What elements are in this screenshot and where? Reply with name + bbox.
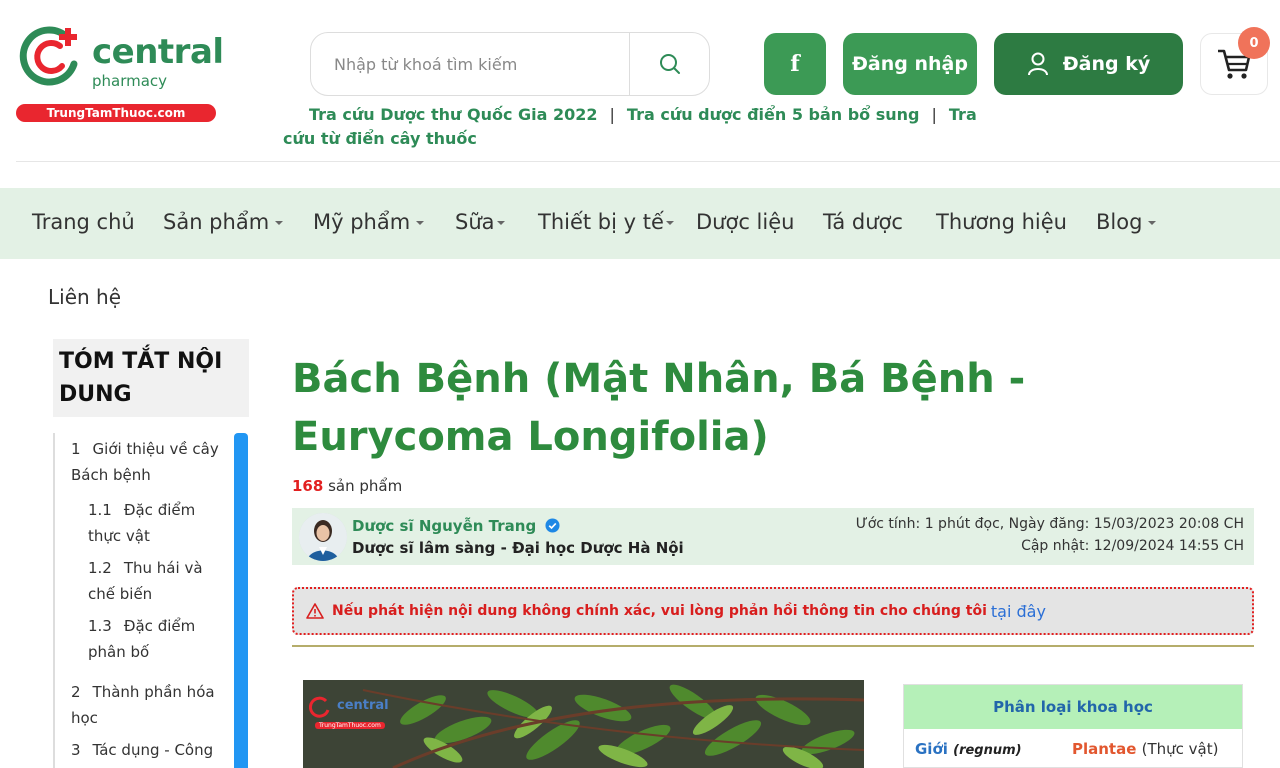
chevron-down-icon [275,221,284,225]
nav-item-medical-devices[interactable]: Thiết bị y tế [538,210,674,234]
author-box: Dược sĩ Nguyễn Trang Dược sĩ lâm sàng - … [292,508,1254,565]
product-count: 168 sản phẩm [292,477,403,495]
chevron-down-icon [496,221,505,225]
register-button[interactable]: Đăng ký [994,33,1183,95]
nav-item-cosmetics[interactable]: Mỹ phẩm [313,210,425,234]
toc-scrollbar[interactable] [234,433,248,768]
login-label: Đăng nhập [852,53,968,75]
cart-count-badge: 0 [1238,27,1270,59]
nav-item-herbs[interactable]: Dược liệu [696,210,794,234]
user-icon [1027,52,1048,76]
toc-item[interactable]: 3 Tác dụng - Công [71,737,221,763]
nav-item-excipients[interactable]: Tá dược [823,210,903,234]
site-logo[interactable]: central pharmacy TrungTamThuoc.com [16,24,224,124]
facebook-icon: f [790,51,800,77]
author-photo-icon [299,513,347,561]
toc-item[interactable]: 1.1 Đặc điểm thực vật [88,497,208,549]
avatar[interactable] [299,513,347,561]
nav-item-home[interactable]: Trang chủ [32,210,135,234]
chevron-down-icon [1148,221,1157,225]
watermark-logo-icon [309,696,330,718]
author-role: Dược sĩ lâm sàng - Đại học Dược Hà Nội [352,539,684,557]
verified-icon [545,518,560,533]
classification-title: Phân loại khoa học [904,685,1242,729]
search-icon [660,54,680,74]
quicklink-duoc-dien[interactable]: Tra cứu dược điển 5 bản bổ sung [627,105,920,124]
nav-item-products[interactable]: Sản phẩm [163,210,284,234]
quicklink-duoc-thu[interactable]: Tra cứu Dược thư Quốc Gia 2022 [309,105,598,124]
classification-table: Phân loại khoa học Giới (regnum) Plantae… [903,684,1243,768]
report-warning: Nếu phát hiện nội dung không chính xác, … [292,587,1254,635]
logo-name: central [92,32,224,72]
classification-value[interactable]: Plantae (Thực vật) [1072,740,1219,758]
main-nav: Trang chủ Sản phẩm Mỹ phẩm Sữa Thiết bị … [0,188,1280,259]
plant-image[interactable]: central TrungTamThuoc.com [303,680,864,768]
register-label: Đăng ký [1062,53,1151,75]
publish-meta: Ước tính: 1 phút đọc, Ngày đăng: 15/03/2… [855,516,1244,532]
quick-links: Tra cứu Dược thư Quốc Gia 2022 | Tra cứu d… [283,103,1003,151]
toc-item[interactable]: 1 Giới thiệu về cây Bách bệnh [71,436,221,488]
toc-item[interactable]: 1.2 Thu hái và chế biến [88,555,208,607]
update-meta: Cập nhật: 12/09/2024 14:55 CH [1021,538,1244,554]
nav-item-brands[interactable]: Thương hiệu [936,210,1067,234]
table-row: Giới (regnum) Plantae (Thực vật) [904,729,1242,768]
search-bar [310,32,710,96]
toc-title: TÓM TẮT NỘI DUNG [53,339,249,417]
warning-icon [306,603,324,619]
feedback-link[interactable]: tại đây [991,602,1046,621]
classification-key[interactable]: Giới (regnum) [915,740,1022,758]
logo-banner: TrungTamThuoc.com [16,104,216,122]
warning-text: Nếu phát hiện nội dung không chính xác, … [332,603,987,619]
nav-item-milk[interactable]: Sữa [455,210,505,234]
facebook-button[interactable]: f [764,33,826,95]
section-divider [292,645,1254,647]
chevron-down-icon [665,221,674,225]
header-divider [16,161,1280,162]
toc-border [53,433,55,768]
logo-mark-icon [19,26,78,86]
page-title: Bách Bệnh (Mật Nhân, Bá Bệnh - Eurycoma … [292,356,1026,460]
login-button[interactable]: Đăng nhập [843,33,977,95]
nav-item-blog[interactable]: Blog [1096,210,1157,234]
separator: | [931,105,937,124]
image-watermark: central TrungTamThuoc.com [309,696,393,736]
nav-item-contact[interactable]: Liên hệ [48,285,121,309]
toc-item[interactable]: 1.3 Đặc điểm phân bố [88,613,208,665]
search-input[interactable] [312,34,628,94]
toc-item[interactable]: 2 Thành phần hóa học [71,679,221,731]
separator: | [609,105,615,124]
logo-subtitle: pharmacy [92,72,168,90]
chevron-down-icon [416,221,425,225]
search-button[interactable] [629,33,710,95]
author-name[interactable]: Dược sĩ Nguyễn Trang [352,517,560,535]
